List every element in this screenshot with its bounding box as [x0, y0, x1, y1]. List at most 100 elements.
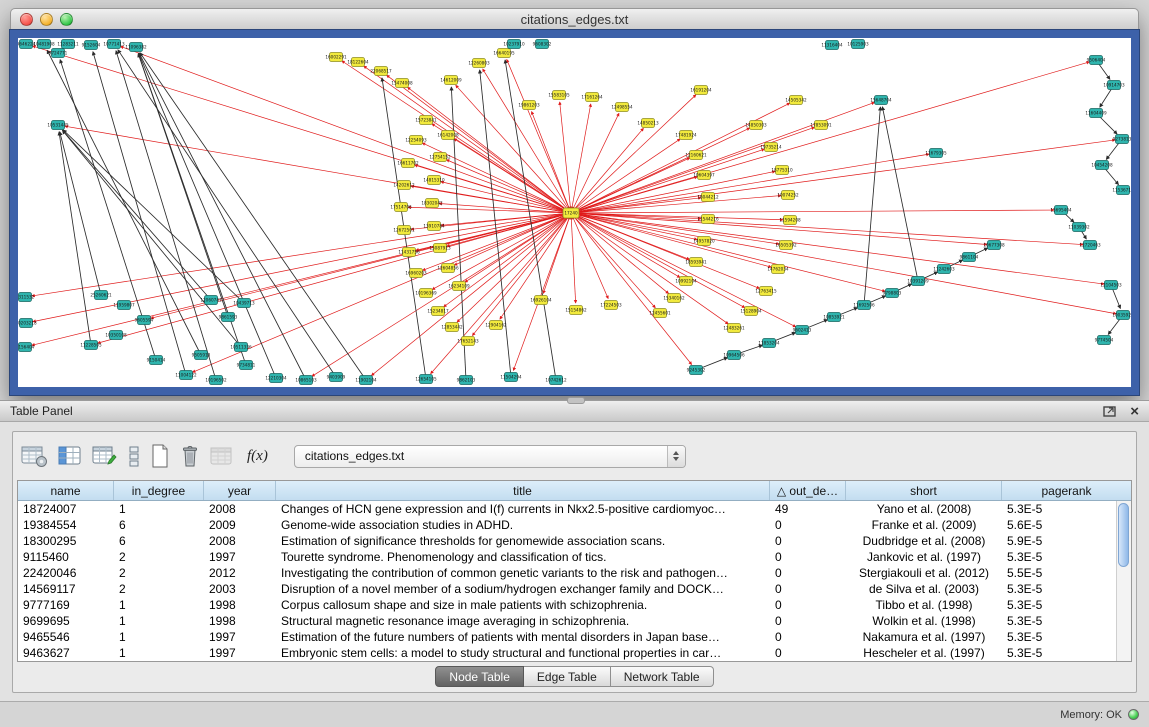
tab-node-table[interactable]: Node Table: [435, 666, 524, 687]
graph-node[interactable]: 15648704: [870, 96, 892, 105]
graph-edge[interactable]: [60, 132, 101, 295]
graph-edge[interactable]: [882, 107, 918, 281]
window-titlebar[interactable]: citations_edges.txt: [10, 8, 1139, 30]
graph-node[interactable]: 9862103: [457, 376, 476, 385]
network-canvas[interactable]: 17240 15723841 12254093 16611702 14202612 175…: [18, 38, 1131, 387]
row-tools-icon[interactable]: [128, 441, 140, 471]
graph-edge[interactable]: [457, 213, 571, 322]
graph-edge[interactable]: [571, 213, 1104, 284]
graph-node[interactable]: 9605594: [135, 316, 154, 325]
graph-node[interactable]: 14505342: [785, 96, 807, 105]
graph-node[interactable]: 11004122: [175, 371, 197, 380]
tab-network-table[interactable]: Network Table: [611, 666, 714, 687]
graph-node[interactable]: 14202612: [393, 181, 415, 190]
table-row[interactable]: 969969511998Structural magnetic resonanc…: [18, 613, 1116, 629]
graph-node[interactable]: 15474008: [391, 79, 413, 88]
graph-node[interactable]: 14612009: [440, 76, 462, 85]
graph-edge[interactable]: [93, 52, 186, 375]
graph-node[interactable]: 10196502: [205, 376, 227, 385]
graph-node[interactable]: 10125903: [847, 40, 869, 49]
graph-node[interactable]: 18302042: [421, 199, 443, 208]
graph-edge[interactable]: [560, 102, 571, 213]
graph-edge[interactable]: [571, 149, 764, 213]
graph-node[interactable]: 15723841: [415, 116, 437, 125]
column-header-year[interactable]: year: [204, 481, 276, 500]
graph-node[interactable]: 9150414: [147, 356, 166, 365]
graph-node[interactable]: 12654105: [415, 375, 437, 384]
graph-node[interactable]: 16926104: [530, 296, 552, 305]
graph-node[interactable]: 10531445: [47, 121, 69, 130]
graph-node[interactable]: 10237910: [503, 40, 525, 49]
graph-node[interactable]: 19861203: [518, 101, 540, 110]
graph-node[interactable]: 10350108: [105, 331, 127, 340]
graph-edge[interactable]: [65, 126, 571, 213]
import-table-icon[interactable]: [210, 441, 235, 471]
graph-node[interactable]: 10439713: [233, 299, 255, 308]
memory-status-indicator[interactable]: [1128, 709, 1139, 720]
graph-edge[interactable]: [480, 70, 511, 377]
graph-node[interactable]: 10196369: [415, 289, 437, 298]
graph-node[interactable]: 12455601: [649, 309, 671, 318]
function-icon[interactable]: f(x): [245, 441, 270, 471]
graph-node[interactable]: 12254093: [405, 136, 427, 145]
graph-node[interactable]: 14762034: [767, 265, 789, 274]
graph-edge[interactable]: [456, 85, 571, 213]
edit-columns-icon[interactable]: [92, 441, 118, 471]
graph-edge[interactable]: [571, 213, 1083, 245]
graph-node[interactable]: 22068517: [370, 67, 392, 76]
graph-edge[interactable]: [571, 213, 771, 267]
graph-node[interactable]: 17481924: [675, 131, 697, 140]
graph-edge[interactable]: [116, 51, 216, 380]
graph-node[interactable]: 10914703: [1103, 81, 1125, 90]
table-scrollbar-thumb[interactable]: [1118, 503, 1129, 567]
table-source-select[interactable]: citations_edges.txt: [294, 445, 686, 468]
graph-node[interactable]: 11959807: [113, 301, 135, 310]
graph-hub-node[interactable]: 17240: [563, 208, 579, 218]
graph-node[interactable]: 9608302: [533, 40, 552, 49]
graph-edge[interactable]: [571, 213, 655, 308]
graph-node[interactable]: 15154862: [565, 306, 587, 315]
graph-edge[interactable]: [571, 103, 790, 213]
graph-node[interactable]: 9506404: [1087, 56, 1106, 65]
graph-node[interactable]: 12210304: [265, 374, 287, 383]
graph-node[interactable]: 17514706: [390, 203, 412, 212]
graph-node[interactable]: 10454208: [1091, 161, 1113, 170]
close-panel-icon[interactable]: ×: [1130, 405, 1139, 418]
graph-edge[interactable]: [140, 53, 366, 380]
graph-edge[interactable]: [571, 213, 680, 277]
graph-node[interactable]: 15583105: [548, 91, 570, 100]
graph-edge[interactable]: [571, 140, 1115, 213]
column-header-short[interactable]: short: [846, 481, 1002, 500]
graph-node[interactable]: 11679305: [925, 149, 947, 158]
graph-edge[interactable]: [139, 53, 276, 378]
table-row[interactable]: 946554611997Estimation of the future num…: [18, 629, 1116, 645]
graph-edge[interactable]: [571, 213, 760, 288]
graph-edge[interactable]: [571, 213, 576, 303]
graph-node[interactable]: 9861593: [219, 313, 238, 322]
graph-node[interactable]: 11316404: [821, 41, 843, 50]
citation-network-graph[interactable]: 17240 15723841 12254093 16611702 14202612 175…: [18, 38, 1131, 387]
graph-node[interactable]: 16611702: [397, 159, 419, 168]
graph-node[interactable]: 9774504: [1095, 336, 1114, 345]
graph-node[interactable]: 11228505: [80, 341, 102, 350]
graph-node[interactable]: 12853442: [441, 323, 463, 332]
graph-node[interactable]: 15695404: [1050, 206, 1072, 215]
graph-edge[interactable]: [408, 207, 571, 213]
graph-node[interactable]: 15128904: [740, 307, 762, 316]
graph-node[interactable]: 11039302: [1068, 223, 1090, 232]
graph-node[interactable]: 11096382: [125, 43, 147, 52]
graph-node[interactable]: 14850213: [637, 119, 659, 128]
graph-node[interactable]: 10074252: [777, 191, 799, 200]
graph-edge[interactable]: [62, 130, 241, 347]
graph-node[interactable]: 18775310: [771, 166, 793, 175]
panel-resize-handle[interactable]: [567, 397, 585, 404]
table-row[interactable]: 1938455462009Genome-wide association stu…: [18, 517, 1116, 533]
table-row[interactable]: 1830029562008Estimation of significance …: [18, 533, 1116, 549]
column-header-title[interactable]: title: [276, 481, 770, 500]
table-row[interactable]: 946362711997Embryonic stem cells: a mode…: [18, 645, 1116, 661]
table-row[interactable]: 1456911722003Disruption of a novel membe…: [18, 581, 1116, 597]
table-scrollbar-track[interactable]: [1116, 501, 1131, 661]
graph-node[interactable]: 10035920: [1112, 311, 1131, 320]
graph-node[interactable]: 11902104: [355, 376, 377, 385]
graph-edge[interactable]: [864, 107, 880, 305]
